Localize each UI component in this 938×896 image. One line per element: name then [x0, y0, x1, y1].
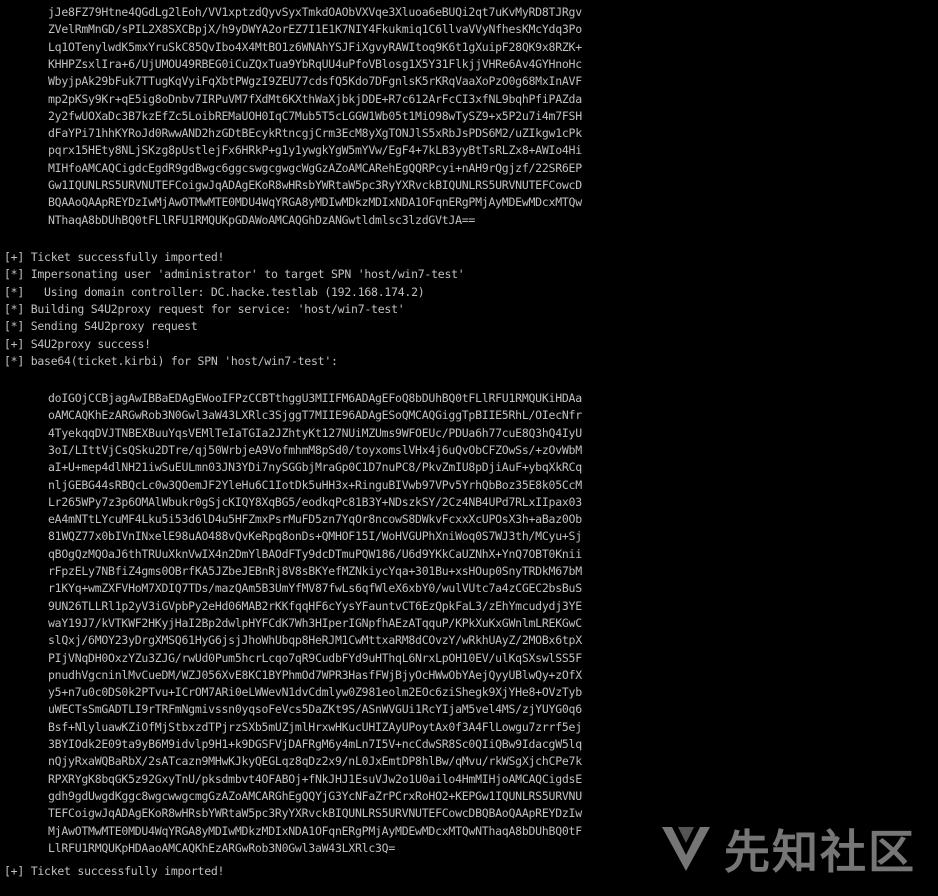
base64-line: MIHfoAMCAQCigdcEgdR9gdBwgc6ggcswgcgwgcWg…: [48, 160, 582, 175]
base64-line: 4TyekqqDVJTNBEXBuuYqsVEMlTeIaTGIa2JZhtyK…: [48, 425, 582, 440]
base64-line: jJe8FZ79Htne4QGdLg2lEoh/VV1xptzdQyvSyxTm…: [48, 5, 582, 19]
status-line: [*] base64(ticket.kirbi) for SPN 'host/w…: [4, 353, 338, 368]
base64-line: PIjVNqDH0OxzYZu3ZJG/rwUd0Pum5hcrLcqo7qR9…: [48, 650, 582, 665]
final-status-message: [+] Ticket successfully imported!: [4, 864, 225, 878]
base64-line: doIGOjCCBjagAwIBBaEDAgEWooIFPzCCBTthggU3…: [48, 391, 582, 405]
base64-line: qBOgQzMQOaJ6thTRUuXknVwIX4n2DmYlBAOdFTy9…: [48, 546, 582, 561]
base64-line: 81WQZ77x0bIVnINxelE98uAO488vQvKeRpq8onDs…: [48, 529, 582, 544]
base64-line: mp2pKSy9Kr+qE5ig8oDnbv7IRPuVM7fXdMt6KXth…: [48, 91, 582, 106]
status-line: [+] Ticket successfully imported!: [4, 250, 225, 264]
base64-line: aI+U+mep4dlNH21iwSuEULmn03JN3YDi7nySGGbj…: [48, 460, 582, 475]
base64-line: oAMCAQKhEzARGwRob3N0Gwl3aW43LXRlc3SjggT7…: [48, 408, 582, 423]
base64-line: pqrx15HEty8NLjSKzg8pUstlejFx6HRkP+g1y1yw…: [48, 143, 582, 158]
base64-line: Lr265WPy7z3p6OMAlWbukr0gSjcKIQY8XqBG5/eo…: [48, 494, 582, 509]
base64-line: Lq1OTenylwdK5mxYruSkC85QvIbo4X4MtBO1z6WN…: [48, 39, 582, 54]
watermark: 先知社区: [654, 816, 916, 882]
base64-line: dFaYPi71hhKYRoJd0RwwAND2hzGDtBEcykRtncgj…: [48, 126, 582, 141]
xianzhi-logo-icon: [662, 827, 710, 871]
base64-line: gdh9gdUwgdKggc8wgcwwgcmgGzAZoAMCARGhEgQQ…: [48, 788, 582, 803]
base64-line: LlRFU1RMQUKpHDAaoAMCAQKhEzARGwRob3N0Gwl3…: [48, 840, 396, 855]
base64-line: 2y2fwUOXaDc3B7kzEfZc5LoibREMaUOH0IqC7Mub…: [48, 108, 582, 123]
base64-line: 3oI/LIttVjCsQSku2DTre/qj50WrbjeA9VofmhmM…: [48, 442, 582, 457]
status-line: [+] S4U2proxy success!: [4, 336, 151, 351]
base64-line: KHHPZsxlIra+6/UjUMOU49RBEG0iCuZQxTua9YbR…: [48, 56, 582, 71]
terminal-window[interactable]: jJe8FZ79Htne4QGdLg2lEoh/VV1xptzdQyvSyxTm…: [0, 0, 938, 896]
base64-line: Bsf+NlyluawKZiOfMjStbxzdTPjrzSXb5mUZjmlH…: [48, 719, 582, 734]
base64-line: y5+n7u0c0DS0k2PTvu+ICrOM7ARi0eLWWevN1dvC…: [48, 685, 582, 700]
base64-line: r1KYq+wmZXFVHoM7XDIQ7TDs/mazQAm5B3UmYfMV…: [48, 581, 582, 596]
base64-line: nQjyRxaWQBaRbX/2sATcazn9MHwKJkyQEGLqz8qD…: [48, 754, 582, 769]
base64-line: waY19J7/kVTKWF2HKyjHaI2Bp2dwlpHYFCdK7Wh3…: [48, 615, 582, 630]
base64-line: ZVelRmMnGD/sPIL2X8SXCBpjX/h9yDWYA2orEZ7I…: [48, 22, 582, 37]
base64-line: NThaqA8bDUhBQ0tFLlRFU1RMQUKpGDAWoAMCAQGh…: [48, 212, 476, 227]
base64-line: 9UN26TLLRl1p2yV3iGVpbPy2eHd06MAB2rKKfqqH…: [48, 598, 582, 613]
status-line: [*] Impersonating user 'administrator' t…: [4, 267, 465, 282]
base64-line: BQAAoQAApREYDzIwMjAwOTMwMTE0MDU4WqYRGA8y…: [48, 195, 582, 210]
base64-line: MjAwOTMwMTE0MDU4WqYRGA8yMDIwMDkzMDIxNDA1…: [48, 823, 582, 838]
status-line: [*] Using domain controller: DC.hacke.te…: [4, 284, 425, 299]
status-line: [*] Building S4U2proxy request for servi…: [4, 301, 405, 316]
base64-line: rFpzELy7NBfiZ4gms0OBrfKA5JZbeJEBnRj8V8sB…: [48, 564, 582, 578]
base64-line: WbyjpAk29bFuk7TTugKqVyiFqXbtPWgzI9ZEU77c…: [48, 74, 582, 89]
base64-line: TEFCoigwJqADAgEKoR8wHRsbYWRtaW5pc3RyYXRv…: [48, 806, 582, 821]
base64-line: pnudhVgcninlMvCueDM/WZJ056XvE8KC1BYPhmOd…: [48, 667, 582, 682]
base64-line: 3BYIOdk2E09ta9yB6M9idvlp9H1+k9DGSFVjDAFR…: [48, 737, 582, 751]
base64-line: slQxj/6MOY23yDrgXMSQ61HyG6jsjJhoWhUbqp8H…: [48, 633, 582, 648]
base64-line: nljGEBG44sRBQcLc0w3QOemJF2YleHu6C1IotDk5…: [48, 477, 582, 492]
base64-line: uWECTsSmGADTLI9rTRFmNgmivssn0yqsoFeVcs5D…: [48, 702, 582, 717]
base64-line: Gw1IQUNLRS5URVNUTEFCoigwJqADAgEKoR8wHRsb…: [48, 178, 582, 192]
base64-line: eA4mNTtLYcuMF4Lku5i53d6lD4u5HFZmxPsrMuFD…: [48, 512, 582, 527]
base64-line: RPXRYgK8bqGK5z92GxyTnU/pksdmbvt4OFABOj+f…: [48, 771, 582, 786]
watermark-text: 先知社区: [724, 825, 916, 879]
status-line: [*] Sending S4U2proxy request: [4, 319, 198, 334]
